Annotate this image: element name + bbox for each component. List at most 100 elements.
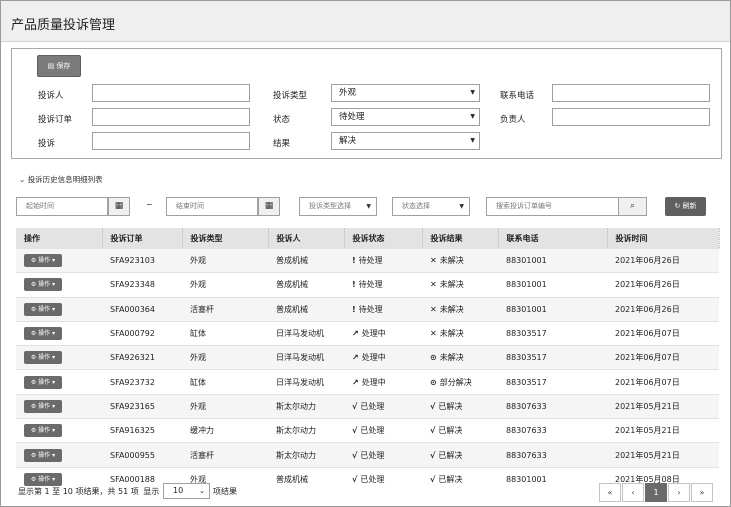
history-section-toggle[interactable]: ⌄ 投诉历史信息明细列表 xyxy=(19,174,103,185)
action-cell: ⚙ 操作 ▾ xyxy=(16,345,102,370)
result-cell-text: 未解决 xyxy=(439,329,464,339)
column-header-type[interactable]: 投诉类型 xyxy=(182,228,269,249)
column-header-phone[interactable]: 联系电话 xyxy=(498,228,608,249)
result-select[interactable]: 解决 ▼ xyxy=(331,132,480,150)
column-header-status[interactable]: 投诉状态 xyxy=(344,228,423,249)
order-cell-text: SFA000188 xyxy=(110,474,155,484)
column-header-complainant[interactable]: 投诉人 xyxy=(268,228,345,249)
complainant-input[interactable] xyxy=(92,84,250,102)
status-cell-text: 待处理 xyxy=(358,304,383,314)
phone-cell: 88301001 xyxy=(498,272,607,298)
prev-page-button[interactable]: ‹ xyxy=(622,483,644,502)
complainant-cell: 普成机械 xyxy=(268,466,344,491)
range-separator: ~ xyxy=(146,200,153,209)
phone-cell: 88307633 xyxy=(498,418,607,443)
refresh-button[interactable]: ↻ 刷新 xyxy=(665,197,706,216)
calendar-icon[interactable]: ▦ xyxy=(258,197,280,216)
table-row[interactable]: ⚙ 操作 ▾ SFA923165 外观 斯太尔动力 √ 已处理 √ 已解决 88307633 20… xyxy=(16,393,719,419)
complainant-cell-text: 普成机械 xyxy=(276,474,308,484)
chevron-down-icon: ⌄ xyxy=(19,175,26,184)
table-row[interactable]: ⚙ 操作 ▾ SFA000364 活塞杆 普成机械! 待处理 ✕ 未解决 88301001 20… xyxy=(16,296,719,322)
refresh-icon: ↻ xyxy=(674,202,681,210)
last-page-button[interactable]: » xyxy=(691,483,713,502)
row-action-button[interactable]: ⚙ 操作 ▾ xyxy=(24,351,62,365)
order-cell-text: SFA923103 xyxy=(110,256,155,266)
phone-cell-text: 88301001 xyxy=(506,304,547,314)
contact-phone-input[interactable] xyxy=(552,84,710,102)
page-1-button[interactable]: 1 xyxy=(645,483,667,502)
row-action-button[interactable]: ⚙ 操作 ▾ xyxy=(24,472,62,486)
search-icon[interactable]: ⌕ xyxy=(618,197,647,216)
complaint-order-label: 投诉订单 xyxy=(38,115,73,125)
result-cell-text: 部分解决 xyxy=(439,377,472,387)
save-label: 保存 xyxy=(56,62,71,70)
start-time-input[interactable]: 起始时间 xyxy=(16,197,108,216)
calendar-icon[interactable]: ▦ xyxy=(108,197,130,216)
status-cell-text: 处理中 xyxy=(361,377,386,387)
order-cell: SFA923348 xyxy=(102,272,182,298)
row-action-button[interactable]: ⚙ 操作 ▾ xyxy=(24,302,62,316)
row-action-button[interactable]: ⚙ 操作 ▾ xyxy=(24,278,62,292)
caret-down-icon: ▾ xyxy=(50,354,56,362)
status-value: 待处理 xyxy=(339,112,365,122)
save-button[interactable]: ▤ 保存 xyxy=(37,55,81,77)
row-action-button[interactable]: ⚙ 操作 ▾ xyxy=(24,424,62,438)
order-cell-text: SFA000792 xyxy=(110,329,155,339)
column-header-time[interactable]: 投诉时间 xyxy=(607,228,720,249)
type-cell-text: 活塞杆 xyxy=(190,450,214,460)
caret-down-icon: ▾ xyxy=(50,475,56,483)
row-action-button[interactable]: ⚙ 操作 ▾ xyxy=(24,327,62,341)
status-cell: ! 待处理 xyxy=(344,296,422,322)
complaint-type-select[interactable]: 外观 ▼ xyxy=(331,84,480,102)
complaint-type-filter[interactable]: 投诉类型选择 ▼ xyxy=(299,197,377,216)
status-label: 状态 xyxy=(273,115,291,125)
row-action-button[interactable]: ⚙ 操作 ▾ xyxy=(24,448,62,462)
status-cell: ! 待处理 xyxy=(344,272,422,298)
result-cell: ✕ 未解决 xyxy=(422,320,498,346)
end-time-input[interactable]: 结束时间 xyxy=(166,197,258,216)
status-cell-text: 已处理 xyxy=(360,401,385,411)
table-row[interactable]: ⚙ 操作 ▾ SFA923732 缸体 日洋马发动机 ↗ 处理中 ⊙ 部分解决 88303517… xyxy=(16,369,719,395)
row-action-button[interactable]: ⚙ 操作 ▾ xyxy=(24,254,62,268)
result-icon: √ xyxy=(430,426,436,436)
time-cell: 2021年05月21日 xyxy=(607,442,719,468)
table-row[interactable]: ⚙ 操作 ▾ SFA923103 外观 普成机械! 待处理 ✕ 未解决 88301001 202… xyxy=(16,247,719,273)
column-header-action[interactable]: 操作 xyxy=(16,228,103,249)
phone-cell: 88303517 xyxy=(498,320,607,346)
table-row[interactable]: ⚙ 操作 ▾ SFA916325 缓冲力 斯太尔动力 √ 已处理 √ 已解决 88307633 2… xyxy=(16,418,719,443)
status-select[interactable]: 待处理 ▼ xyxy=(331,108,480,126)
column-header-result[interactable]: 投诉结果 xyxy=(422,228,499,249)
order-cell-text: SFA000364 xyxy=(110,304,155,314)
order-cell-text: SFA923165 xyxy=(110,401,155,411)
complainant-label: 投诉人 xyxy=(38,91,64,101)
time-cell-text: 2021年06月26日 xyxy=(615,256,680,266)
type-cell: 外观 xyxy=(182,345,268,370)
next-page-button[interactable]: › xyxy=(668,483,690,502)
order-cell-text: SFA926321 xyxy=(110,353,155,363)
complaint-input[interactable] xyxy=(92,132,250,150)
row-action-button[interactable]: ⚙ 操作 ▾ xyxy=(24,375,62,389)
table-row[interactable]: ⚙ 操作 ▾ SFA000955 活塞杆 斯太尔动力 √ 已处理 √ 已解决 88307633 2… xyxy=(16,442,719,468)
page-size-select[interactable]: 10 ⌄ xyxy=(163,483,210,499)
table-row[interactable]: ⚙ 操作 ▾ SFA926321 外观 日洋马发动机 ↗ 处理中 ⊙ 未解决 88303517 2… xyxy=(16,345,719,370)
first-page-button[interactable]: « xyxy=(599,483,621,502)
action-cell: ⚙ 操作 ▾ xyxy=(16,272,102,298)
search-input[interactable]: 搜索投诉订单编号 xyxy=(486,197,619,216)
result-cell-text: 已解决 xyxy=(438,426,463,436)
time-cell: 2021年06月26日 xyxy=(607,247,719,273)
row-action-label: 操作 xyxy=(38,475,51,483)
table-row[interactable]: ⚙ 操作 ▾ SFA923348 外观 普成机械! 待处理 ✕ 未解决 88301001 202… xyxy=(16,272,719,298)
column-header-order[interactable]: 投诉订单 xyxy=(102,228,183,249)
complainant-cell: 斯太尔动力 xyxy=(268,393,344,419)
chevron-down-icon: ⌄ xyxy=(199,487,205,495)
table-row[interactable]: ⚙ 操作 ▾ SFA000792 缸体 日洋马发动机 ↗ 处理中 ✕ 未解决 88303517 2… xyxy=(16,320,719,346)
phone-cell: 88301001 xyxy=(498,247,607,273)
owner-input[interactable] xyxy=(552,108,710,126)
status-filter[interactable]: 状态选择 ▼ xyxy=(392,197,470,216)
row-action-button[interactable]: ⚙ 操作 ▾ xyxy=(24,399,62,413)
status-icon: ! xyxy=(352,256,356,266)
time-cell-text: 2021年05月21日 xyxy=(615,426,680,436)
action-cell: ⚙ 操作 ▾ xyxy=(16,320,102,346)
type-cell: 活塞杆 xyxy=(182,296,268,322)
complaint-order-input[interactable] xyxy=(92,108,250,126)
